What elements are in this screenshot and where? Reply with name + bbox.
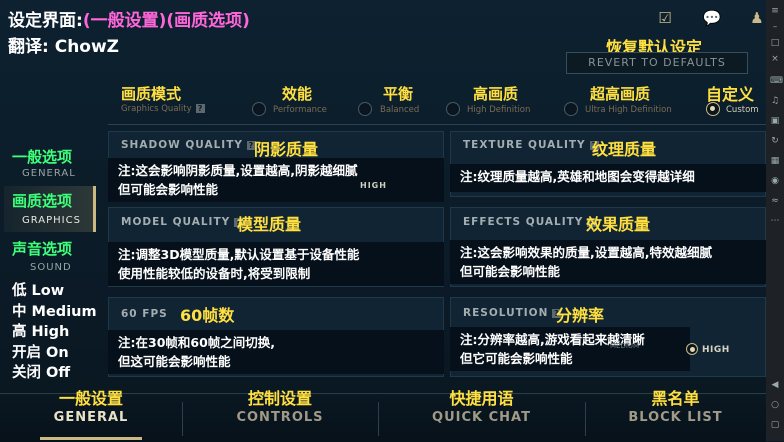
title-sub: (一般设置)(画质选项) xyxy=(82,11,250,31)
option-performance-zh: 效能 xyxy=(282,85,313,103)
model-quality-note: 注:调整3D模型质量,默认设置基于设备性能 使用性能较低的设备时,将受到限制 xyxy=(108,242,444,286)
graphics-quality-label-zh: 画质模式 xyxy=(121,85,182,103)
resolution-zh: 分辨率 xyxy=(556,306,605,325)
option-uhd-en: Ultra High Definition xyxy=(585,105,672,115)
chat-bubble-icon[interactable]: 💬 xyxy=(702,9,722,27)
shadow-quality-value[interactable]: HIGH xyxy=(360,181,387,190)
screenshot-icon[interactable]: ▣ xyxy=(770,116,780,126)
option-custom-en: Custom xyxy=(726,105,759,115)
volume-icon[interactable]: ♫ xyxy=(770,96,780,106)
maximize-icon[interactable]: □ xyxy=(770,38,780,48)
home-icon[interactable]: ○ xyxy=(770,400,780,410)
folder-icon[interactable]: ▦ xyxy=(770,156,780,166)
texture-quality-note: 注:纹理质量越高,英雄和地图会变得越详细 xyxy=(450,164,766,192)
radio-balanced[interactable] xyxy=(358,102,372,116)
option-hd-en: High Definition xyxy=(467,105,531,115)
resolution-high-value[interactable]: HIGH xyxy=(702,345,730,355)
legend-high: 高 High xyxy=(12,324,70,340)
radio-custom[interactable] xyxy=(706,102,720,116)
level-legend: 低 Low 中 Medium 高 High 开启 On 关闭 Off xyxy=(12,281,97,384)
option-balanced-zh: 平衡 xyxy=(383,85,414,103)
help-icon[interactable]: ? xyxy=(195,104,205,113)
close-icon[interactable]: × xyxy=(770,54,780,64)
translator-credit: 翻译: ChowZ xyxy=(8,37,120,57)
radio-performance[interactable] xyxy=(252,102,266,116)
rotate-icon[interactable]: ↻ xyxy=(770,136,780,146)
resolution-label: RESOLUTION? xyxy=(463,307,562,319)
radio-high-definition[interactable] xyxy=(446,102,460,116)
keyboard-icon[interactable]: ⌨ xyxy=(770,76,783,86)
effects-quality-label: EFFECTS QUALITY? xyxy=(463,216,597,228)
nav-sound-zh: 声音选项 xyxy=(12,240,73,258)
minimize-icon[interactable]: – xyxy=(770,22,780,32)
radio-ultra-high-definition[interactable] xyxy=(564,102,578,116)
emulator-sidebar: ≡ – □ × ⌨ ♫ ▣ ↻ ▦ ◉ ≈ ⋯ ◀ ○ ▢ xyxy=(766,0,784,441)
friends-icon[interactable]: ♟ xyxy=(748,9,766,27)
nav-sound[interactable]: SOUND xyxy=(30,262,72,273)
resolution-high-radio[interactable] xyxy=(686,343,698,355)
tab-active-indicator xyxy=(40,437,142,440)
model-quality-zh: 模型质量 xyxy=(237,215,302,234)
divider xyxy=(108,124,766,125)
legend-on: 开启 On xyxy=(12,344,69,361)
legend-medium: 中 Medium xyxy=(12,303,97,320)
nav-graphics-zh: 画质选项 xyxy=(12,192,73,210)
option-performance-en: Performance xyxy=(273,105,327,115)
model-quality-label: MODEL QUALITY? xyxy=(121,216,244,228)
texture-quality-zh: 纹理质量 xyxy=(592,140,657,159)
shadow-quality-zh: 阴影质量 xyxy=(254,140,319,159)
option-balanced-en: Balanced xyxy=(380,105,420,115)
resolution-medium-value[interactable]: MEDIUM xyxy=(610,342,639,350)
tab-general[interactable]: 一般设置 GENERAL xyxy=(0,385,182,425)
graphics-quality-label-en: Graphics Quality? xyxy=(121,104,205,114)
fps-zh: 60帧数 xyxy=(180,306,235,325)
effects-quality-zh: 效果质量 xyxy=(586,215,651,234)
option-uhd-zh: 超高画质 xyxy=(590,85,651,103)
fps-note: 注:在30帧和60帧之间切换, 但这可能会影响性能 xyxy=(108,330,444,374)
shadow-quality-note: 注:这会影响阴影质量,设置越高,阴影越细腻 但可能会影响性能 xyxy=(108,158,444,202)
nav-graphics[interactable]: GRAPHICS xyxy=(22,215,81,226)
legend-off: 关闭 Off xyxy=(12,365,71,381)
texture-quality-label: TEXTURE QUALITY? xyxy=(463,139,599,151)
menu-icon[interactable]: ≡ xyxy=(770,6,780,16)
nav-general-zh: 一般选项 xyxy=(12,148,73,166)
more-icon[interactable]: ⋯ xyxy=(770,216,780,226)
tab-block-list[interactable]: 黑名单 BLOCK LIST xyxy=(585,385,766,425)
location-icon[interactable]: ◉ xyxy=(770,176,780,186)
shadow-quality-label: SHADOW QUALITY? xyxy=(121,139,256,151)
shake-icon[interactable]: ≈ xyxy=(770,196,780,206)
left-nav: 一般选项 GENERAL 画质选项 GRAPHICS 声音选项 SOUND xyxy=(0,140,100,290)
resolution-note: 注:分辨率越高,游戏看起来越清晰 但它可能会影响性能 xyxy=(450,327,690,371)
settings-screen: 设定界面:(一般设置)(画质选项) 翻译: ChowZ ☑ 💬 ♟ 恢复默认设定… xyxy=(0,0,784,442)
fps-label: 60 FPS xyxy=(121,308,168,320)
nav-general[interactable]: GENERAL xyxy=(22,168,76,179)
recent-apps-icon[interactable]: ▢ xyxy=(770,420,780,430)
revert-to-defaults-button[interactable]: REVERT TO DEFAULTS xyxy=(566,52,748,74)
page-title: 设定界面:(一般设置)(画质选项) xyxy=(8,6,250,31)
tab-quick-chat[interactable]: 快捷用语 QUICK CHAT xyxy=(378,385,585,425)
tab-controls[interactable]: 控制设置 CONTROLS xyxy=(182,385,378,425)
effects-quality-note: 注:这会影响效果的质量,设置越高,特效越细腻 但可能会影响性能 xyxy=(450,240,766,284)
clipboard-check-icon[interactable]: ☑ xyxy=(655,9,675,27)
back-icon[interactable]: ◀ xyxy=(770,380,780,390)
option-hd-zh: 高画质 xyxy=(473,85,519,103)
title-main: 设定界面: xyxy=(8,11,83,31)
legend-low: 低 Low xyxy=(12,283,65,299)
